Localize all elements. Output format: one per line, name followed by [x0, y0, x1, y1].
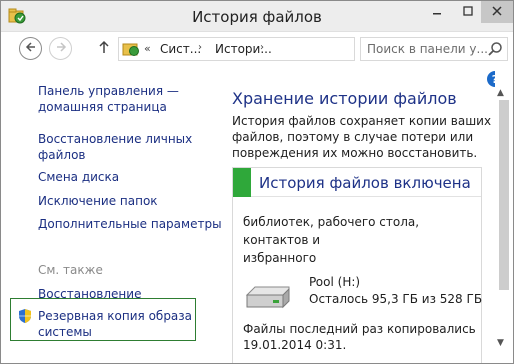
maximize-icon — [463, 5, 473, 19]
back-button[interactable] — [19, 37, 42, 60]
search-placeholder: Поиск в панели у... — [367, 42, 488, 56]
file-history-window: История файлов « Сист... › Истори... › П… — [0, 0, 514, 364]
link-control-panel-home-line1[interactable]: Панель управления — — [38, 83, 179, 99]
minimize-button[interactable] — [421, 1, 453, 23]
control-panel-icon — [122, 41, 140, 57]
close-button[interactable] — [481, 1, 513, 23]
description-line: файлов, поэтому в случае потери или — [232, 130, 474, 144]
scroll-thumb[interactable] — [499, 100, 509, 290]
status-header: История файлов включена — [233, 168, 481, 197]
file-history-status-panel: История файлов включена библиотек, рабоч… — [232, 167, 483, 363]
scroll-down-icon[interactable]: ▼ — [497, 338, 504, 348]
uac-shield-icon — [18, 308, 32, 324]
drive-name: Pool (H:) — [309, 275, 361, 289]
forward-button[interactable] — [49, 37, 72, 60]
maximize-button[interactable] — [452, 1, 484, 23]
link-restore-personal-files-line1[interactable]: Восстановление личных — [38, 131, 192, 147]
hard-drive-icon — [243, 281, 293, 311]
description-line: повреждения их можно восстановить. — [232, 146, 478, 160]
status-text: История файлов включена — [259, 174, 471, 192]
breadcrumb-system[interactable]: Сист... — [160, 42, 201, 56]
link-restore-personal-files-line2[interactable]: файлов — [38, 147, 86, 163]
description-line: История файлов сохраняет копии ваших — [232, 114, 492, 128]
title-bar: История файлов — [1, 1, 513, 32]
link-exclude-folders[interactable]: Исключение папок — [38, 193, 158, 209]
page-title: Хранение истории файлов — [232, 89, 457, 108]
link-system-image-backup-line2[interactable]: системы — [38, 324, 92, 340]
arrow-right-icon — [55, 41, 67, 56]
link-change-drive[interactable]: Смена диска — [38, 169, 119, 185]
up-button[interactable] — [96, 39, 112, 57]
see-also-heading: См. также — [38, 263, 103, 277]
scroll-up-icon[interactable]: ▲ — [497, 88, 504, 98]
last-copy-line: 19.01.2014 0:31. — [243, 338, 347, 352]
arrow-left-icon — [25, 41, 37, 56]
address-bar[interactable]: « Сист... › Истори... › ▾ ↻ — [118, 37, 466, 61]
link-system-image-backup-line1[interactable]: Резервная копия образа — [38, 308, 192, 324]
copies-description: библиотек, рабочего стола, контактов и и… — [243, 213, 473, 267]
breadcrumb-separator[interactable]: › — [198, 42, 202, 53]
search-box[interactable]: Поиск в панели у... — [360, 37, 508, 61]
breadcrumb-root-chevron[interactable]: « — [144, 42, 151, 55]
arrow-up-icon — [98, 40, 110, 57]
link-advanced-settings[interactable]: Дополнительные параметры — [38, 216, 222, 232]
copies-line: библиотек, рабочего стола, контактов и — [243, 215, 420, 247]
link-control-panel-home-line2[interactable]: домашняя страница — [38, 99, 167, 115]
navigation-bar: « Сист... › Истори... › ▾ ↻ Поиск в пане… — [1, 32, 513, 68]
minimize-icon — [432, 5, 442, 19]
drive-free-space: Осталось 95,3 ГБ из 528 ГБ — [309, 292, 483, 306]
copies-line: избранного — [243, 251, 317, 265]
status-indicator — [233, 168, 251, 197]
page-description: История файлов сохраняет копии ваших фай… — [232, 113, 492, 161]
last-copy-info: Файлы последний раз копировались 19.01.2… — [243, 321, 476, 353]
close-icon — [492, 5, 502, 19]
last-copy-line: Файлы последний раз копировались — [243, 322, 476, 336]
breadcrumb-separator[interactable]: › — [260, 42, 264, 53]
search-icon[interactable] — [487, 41, 503, 57]
